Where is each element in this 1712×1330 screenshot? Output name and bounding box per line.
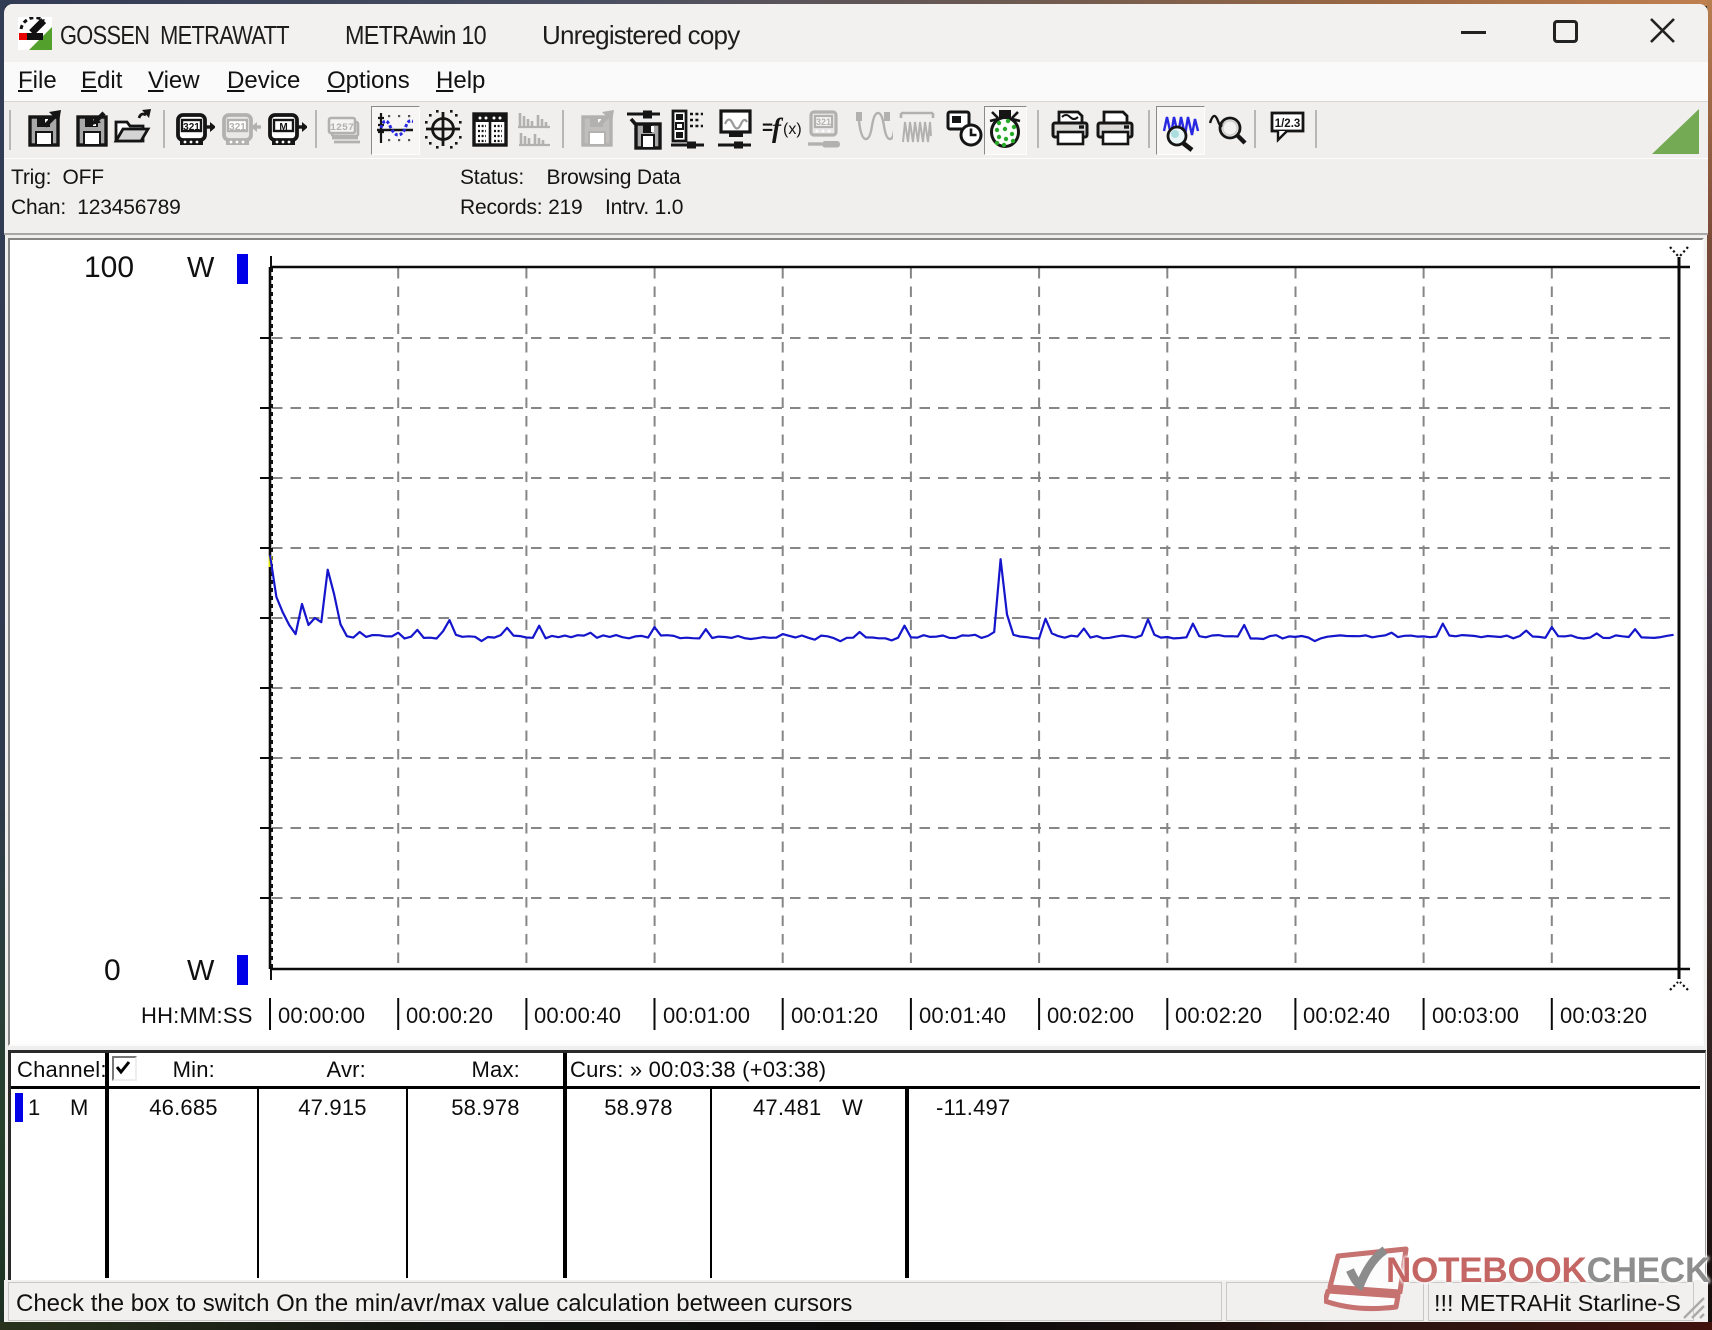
svg-text:(x): (x)	[783, 121, 801, 138]
svg-text:1257: 1257	[330, 123, 354, 134]
svg-text:M: M	[279, 122, 287, 133]
svg-text:321: 321	[183, 122, 200, 133]
svg-text:1/2.3: 1/2.3	[1275, 118, 1301, 130]
svg-text:321: 321	[229, 122, 246, 133]
svg-text:321: 321	[816, 117, 831, 127]
